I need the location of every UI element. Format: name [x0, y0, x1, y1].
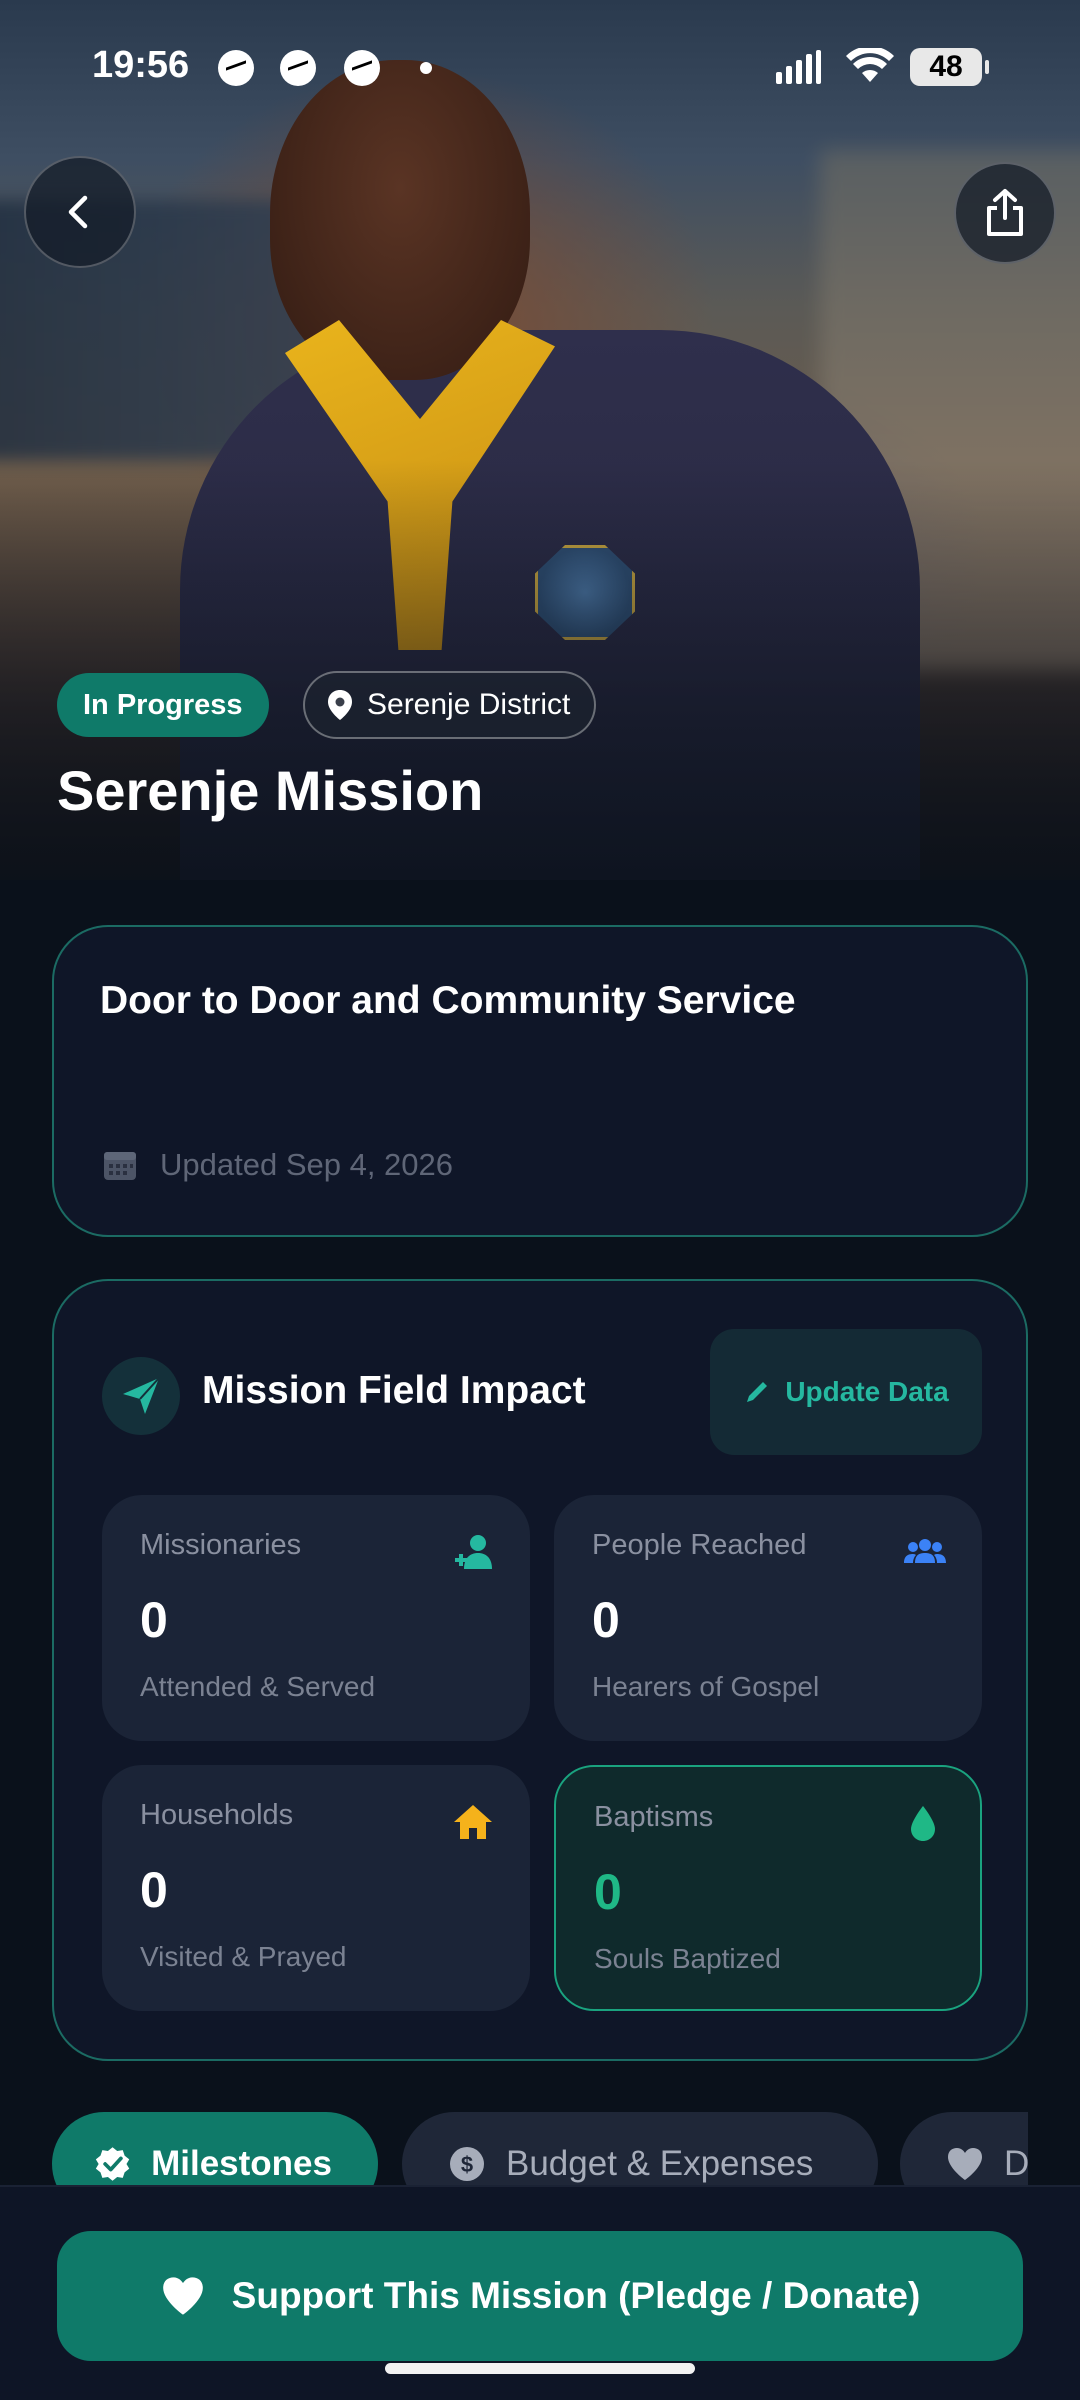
share-button[interactable]: [954, 162, 1056, 264]
stat-value: 0: [594, 1864, 622, 1920]
edit-pencil-icon: [747, 1382, 768, 1402]
wifi-icon: [846, 48, 894, 82]
location-pin-icon: [328, 690, 352, 720]
stat-value: 0: [140, 1592, 168, 1648]
update-data-label: Update Data: [785, 1376, 949, 1407]
update-data-button[interactable]: Update Data: [710, 1329, 982, 1455]
verified-check-icon: [95, 2147, 130, 2181]
location-chip: Serenje District: [303, 671, 597, 739]
bottom-action-bar: Support This Mission (Pledge / Donate): [0, 2185, 1080, 2400]
home-indicator[interactable]: [385, 2363, 695, 2374]
dollar-icon: $: [450, 2147, 484, 2181]
send-icon: [102, 1357, 180, 1435]
stat-households: Households 0 Visited & Prayed: [102, 1765, 530, 2011]
updated-date: Updated Sep 4, 2026: [102, 1147, 453, 1183]
calendar-icon: [104, 1152, 136, 1180]
location-label: Serenje District: [367, 688, 571, 721]
hero-photo: [0, 0, 1080, 880]
group-icon: [904, 1539, 946, 1563]
mission-impact-card: Mission Field Impact Update Data Mission…: [52, 1279, 1028, 2061]
mission-subtitle: Door to Door and Community Service: [100, 979, 796, 1022]
chevron-left-icon: [68, 195, 88, 229]
page-title: Serenje Mission: [57, 759, 484, 822]
status-bar: 19:56 48: [0, 0, 1080, 130]
stat-missionaries: Missionaries 0 Attended & Served: [102, 1495, 530, 1741]
support-button-label: Support This Mission (Pledge / Donate): [231, 2275, 921, 2316]
add-person-icon: [455, 1535, 492, 1569]
messenger-icon: [280, 50, 316, 86]
heart-icon: [162, 2277, 203, 2315]
notification-dot-icon: [420, 62, 432, 74]
back-button[interactable]: [24, 156, 136, 268]
messenger-icon: [218, 50, 254, 86]
svg-text:$: $: [461, 2152, 473, 2177]
messenger-icon: [344, 50, 380, 86]
water-drop-icon: [911, 1806, 935, 1841]
battery-icon: 48: [910, 48, 989, 86]
mission-summary-card: Door to Door and Community Service Updat…: [52, 925, 1028, 1237]
stat-value: 0: [592, 1592, 620, 1648]
updated-label: Updated Sep 4, 2026: [160, 1147, 454, 1182]
support-mission-button[interactable]: Support This Mission (Pledge / Donate): [57, 2231, 1023, 2361]
status-time: 19:56: [92, 44, 190, 86]
share-icon: [987, 189, 1023, 236]
cellular-signal-icon: [776, 50, 821, 84]
impact-title: Mission Field Impact: [202, 1369, 586, 1412]
mission-detail-screen: 19:56 48 In Progress Serenje District Se…: [0, 0, 1080, 2400]
heart-icon: [948, 2148, 982, 2180]
status-badge: In Progress: [57, 673, 269, 737]
stat-people-reached: People Reached 0 Hearers of Gospel: [554, 1495, 982, 1741]
stat-baptisms: Baptisms 0 Souls Baptized: [554, 1765, 982, 2011]
stat-value: 0: [140, 1862, 168, 1918]
home-icon: [454, 1805, 492, 1839]
